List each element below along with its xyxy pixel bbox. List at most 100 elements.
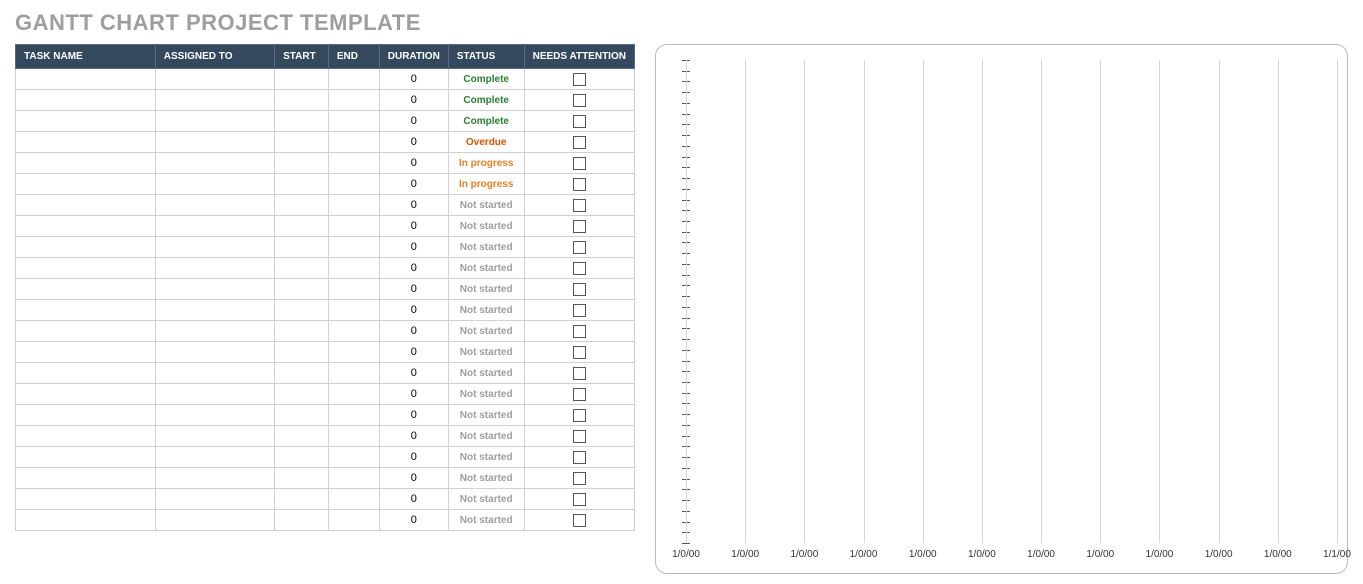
cell-assigned[interactable] xyxy=(155,69,274,90)
cell-end[interactable] xyxy=(328,426,379,447)
cell-status[interactable]: Not started xyxy=(448,489,524,510)
needs-attention-checkbox[interactable] xyxy=(573,115,586,128)
cell-end[interactable] xyxy=(328,321,379,342)
cell-task[interactable] xyxy=(16,216,156,237)
cell-assigned[interactable] xyxy=(155,90,274,111)
cell-status[interactable]: Not started xyxy=(448,279,524,300)
cell-duration[interactable]: 0 xyxy=(379,216,448,237)
cell-end[interactable] xyxy=(328,468,379,489)
cell-task[interactable] xyxy=(16,69,156,90)
cell-task[interactable] xyxy=(16,489,156,510)
cell-start[interactable] xyxy=(275,363,329,384)
cell-end[interactable] xyxy=(328,153,379,174)
cell-end[interactable] xyxy=(328,363,379,384)
cell-task[interactable] xyxy=(16,237,156,258)
cell-status[interactable]: Complete xyxy=(448,69,524,90)
cell-duration[interactable]: 0 xyxy=(379,510,448,531)
cell-duration[interactable]: 0 xyxy=(379,174,448,195)
cell-start[interactable] xyxy=(275,111,329,132)
needs-attention-checkbox[interactable] xyxy=(573,304,586,317)
cell-task[interactable] xyxy=(16,174,156,195)
needs-attention-checkbox[interactable] xyxy=(573,472,586,485)
cell-duration[interactable]: 0 xyxy=(379,468,448,489)
cell-end[interactable] xyxy=(328,489,379,510)
cell-status[interactable]: Not started xyxy=(448,321,524,342)
needs-attention-checkbox[interactable] xyxy=(573,493,586,506)
needs-attention-checkbox[interactable] xyxy=(573,451,586,464)
cell-end[interactable] xyxy=(328,195,379,216)
cell-assigned[interactable] xyxy=(155,405,274,426)
needs-attention-checkbox[interactable] xyxy=(573,241,586,254)
cell-start[interactable] xyxy=(275,489,329,510)
cell-status[interactable]: Not started xyxy=(448,258,524,279)
needs-attention-checkbox[interactable] xyxy=(573,136,586,149)
cell-start[interactable] xyxy=(275,174,329,195)
cell-start[interactable] xyxy=(275,321,329,342)
cell-status[interactable]: Not started xyxy=(448,447,524,468)
cell-duration[interactable]: 0 xyxy=(379,321,448,342)
needs-attention-checkbox[interactable] xyxy=(573,346,586,359)
cell-end[interactable] xyxy=(328,279,379,300)
cell-duration[interactable]: 0 xyxy=(379,279,448,300)
cell-start[interactable] xyxy=(275,384,329,405)
cell-start[interactable] xyxy=(275,90,329,111)
cell-assigned[interactable] xyxy=(155,489,274,510)
cell-task[interactable] xyxy=(16,90,156,111)
cell-assigned[interactable] xyxy=(155,216,274,237)
cell-status[interactable]: Complete xyxy=(448,90,524,111)
cell-assigned[interactable] xyxy=(155,447,274,468)
cell-assigned[interactable] xyxy=(155,363,274,384)
cell-start[interactable] xyxy=(275,468,329,489)
cell-task[interactable] xyxy=(16,426,156,447)
cell-status[interactable]: Not started xyxy=(448,510,524,531)
cell-start[interactable] xyxy=(275,342,329,363)
cell-assigned[interactable] xyxy=(155,510,274,531)
cell-duration[interactable]: 0 xyxy=(379,384,448,405)
cell-task[interactable] xyxy=(16,405,156,426)
cell-task[interactable] xyxy=(16,279,156,300)
cell-assigned[interactable] xyxy=(155,237,274,258)
cell-duration[interactable]: 0 xyxy=(379,363,448,384)
cell-assigned[interactable] xyxy=(155,426,274,447)
cell-start[interactable] xyxy=(275,69,329,90)
cell-start[interactable] xyxy=(275,279,329,300)
cell-assigned[interactable] xyxy=(155,258,274,279)
cell-start[interactable] xyxy=(275,510,329,531)
needs-attention-checkbox[interactable] xyxy=(573,73,586,86)
cell-status[interactable]: Not started xyxy=(448,468,524,489)
needs-attention-checkbox[interactable] xyxy=(573,283,586,296)
cell-start[interactable] xyxy=(275,132,329,153)
needs-attention-checkbox[interactable] xyxy=(573,178,586,191)
needs-attention-checkbox[interactable] xyxy=(573,388,586,401)
cell-start[interactable] xyxy=(275,237,329,258)
cell-assigned[interactable] xyxy=(155,279,274,300)
cell-end[interactable] xyxy=(328,111,379,132)
cell-end[interactable] xyxy=(328,258,379,279)
cell-duration[interactable]: 0 xyxy=(379,195,448,216)
cell-status[interactable]: Not started xyxy=(448,342,524,363)
cell-status[interactable]: Not started xyxy=(448,426,524,447)
cell-start[interactable] xyxy=(275,153,329,174)
cell-task[interactable] xyxy=(16,363,156,384)
cell-end[interactable] xyxy=(328,132,379,153)
cell-task[interactable] xyxy=(16,195,156,216)
cell-status[interactable]: Overdue xyxy=(448,132,524,153)
cell-assigned[interactable] xyxy=(155,384,274,405)
needs-attention-checkbox[interactable] xyxy=(573,514,586,527)
cell-duration[interactable]: 0 xyxy=(379,153,448,174)
cell-duration[interactable]: 0 xyxy=(379,447,448,468)
cell-task[interactable] xyxy=(16,384,156,405)
cell-start[interactable] xyxy=(275,300,329,321)
needs-attention-checkbox[interactable] xyxy=(573,367,586,380)
cell-end[interactable] xyxy=(328,90,379,111)
needs-attention-checkbox[interactable] xyxy=(573,157,586,170)
cell-start[interactable] xyxy=(275,447,329,468)
cell-task[interactable] xyxy=(16,468,156,489)
cell-status[interactable]: Not started xyxy=(448,216,524,237)
cell-task[interactable] xyxy=(16,153,156,174)
cell-duration[interactable]: 0 xyxy=(379,342,448,363)
cell-assigned[interactable] xyxy=(155,153,274,174)
cell-task[interactable] xyxy=(16,132,156,153)
cell-assigned[interactable] xyxy=(155,468,274,489)
needs-attention-checkbox[interactable] xyxy=(573,220,586,233)
